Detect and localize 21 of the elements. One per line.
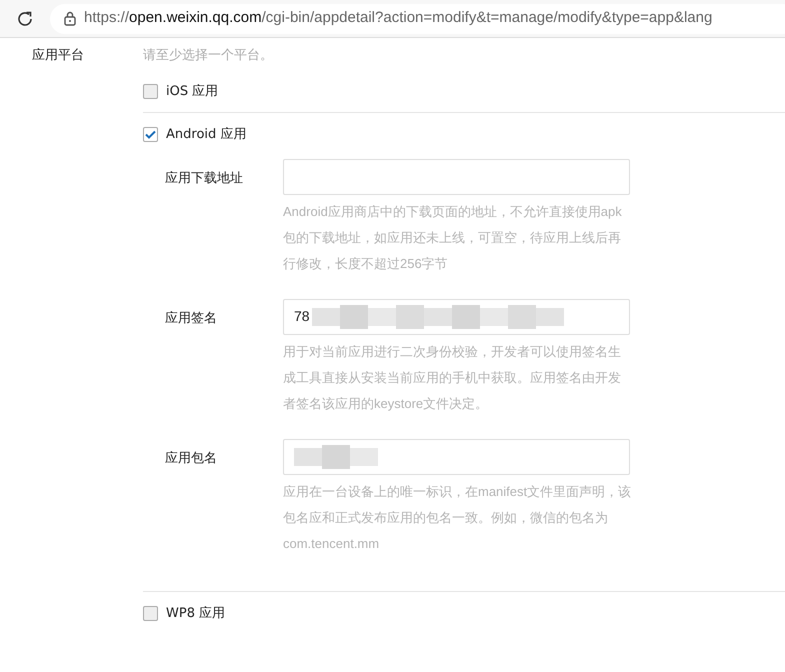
field-label: 应用平台 <box>31 47 85 65</box>
field-label: 应用包名 <box>164 450 218 468</box>
address-bar[interactable]: https://open.weixin.qq.com/cgi-bin/appdetail?action=modify&t=manage/modify&type=app&lang <box>50 4 785 34</box>
hint-text: 请至少选择一个平台。 <box>143 47 274 65</box>
checkbox-label[interactable]: iOS 应用 <box>166 82 218 101</box>
checkbox[interactable] <box>143 606 158 621</box>
input-field[interactable] <box>283 438 630 474</box>
url-text: https://open.weixin.qq.com/cgi-bin/appdetail?action=modify&t=manage/modify&type=app&lang <box>84 8 712 28</box>
help-text: 应用在一台设备上的唯一标识，在manifest文件里面声明，该包名应和正式发布应用的包名一致。例如，微信的包名为com.tencent.mm <box>283 482 632 552</box>
checkbox-label[interactable]: Android 应用 <box>166 125 246 144</box>
field-label: 应用签名 <box>164 310 218 328</box>
checkbox[interactable] <box>143 127 158 142</box>
help-text: Android应用商店中的下载页面的地址，不允许直接使用apk包的下载地址，如应用还未上线，可置空，待应用上线后再行修改，长度不超过256字节 <box>283 202 623 272</box>
input-field[interactable]: 78 <box>283 298 630 334</box>
input-field[interactable] <box>283 158 630 194</box>
help-text: 用于对当前应用进行二次身份校验，开发者可以使用签名生成工具直接从安装当前应用的手机中获取。应用签名由开发者签名该应用的keystore文件决定。 <box>283 342 622 413</box>
lock-icon[interactable] <box>64 11 76 26</box>
checkbox-label[interactable]: WP8 应用 <box>166 604 226 623</box>
field-label: 应用下载地址 <box>164 170 244 188</box>
checkbox[interactable] <box>143 84 158 99</box>
reload-icon[interactable] <box>16 10 34 28</box>
